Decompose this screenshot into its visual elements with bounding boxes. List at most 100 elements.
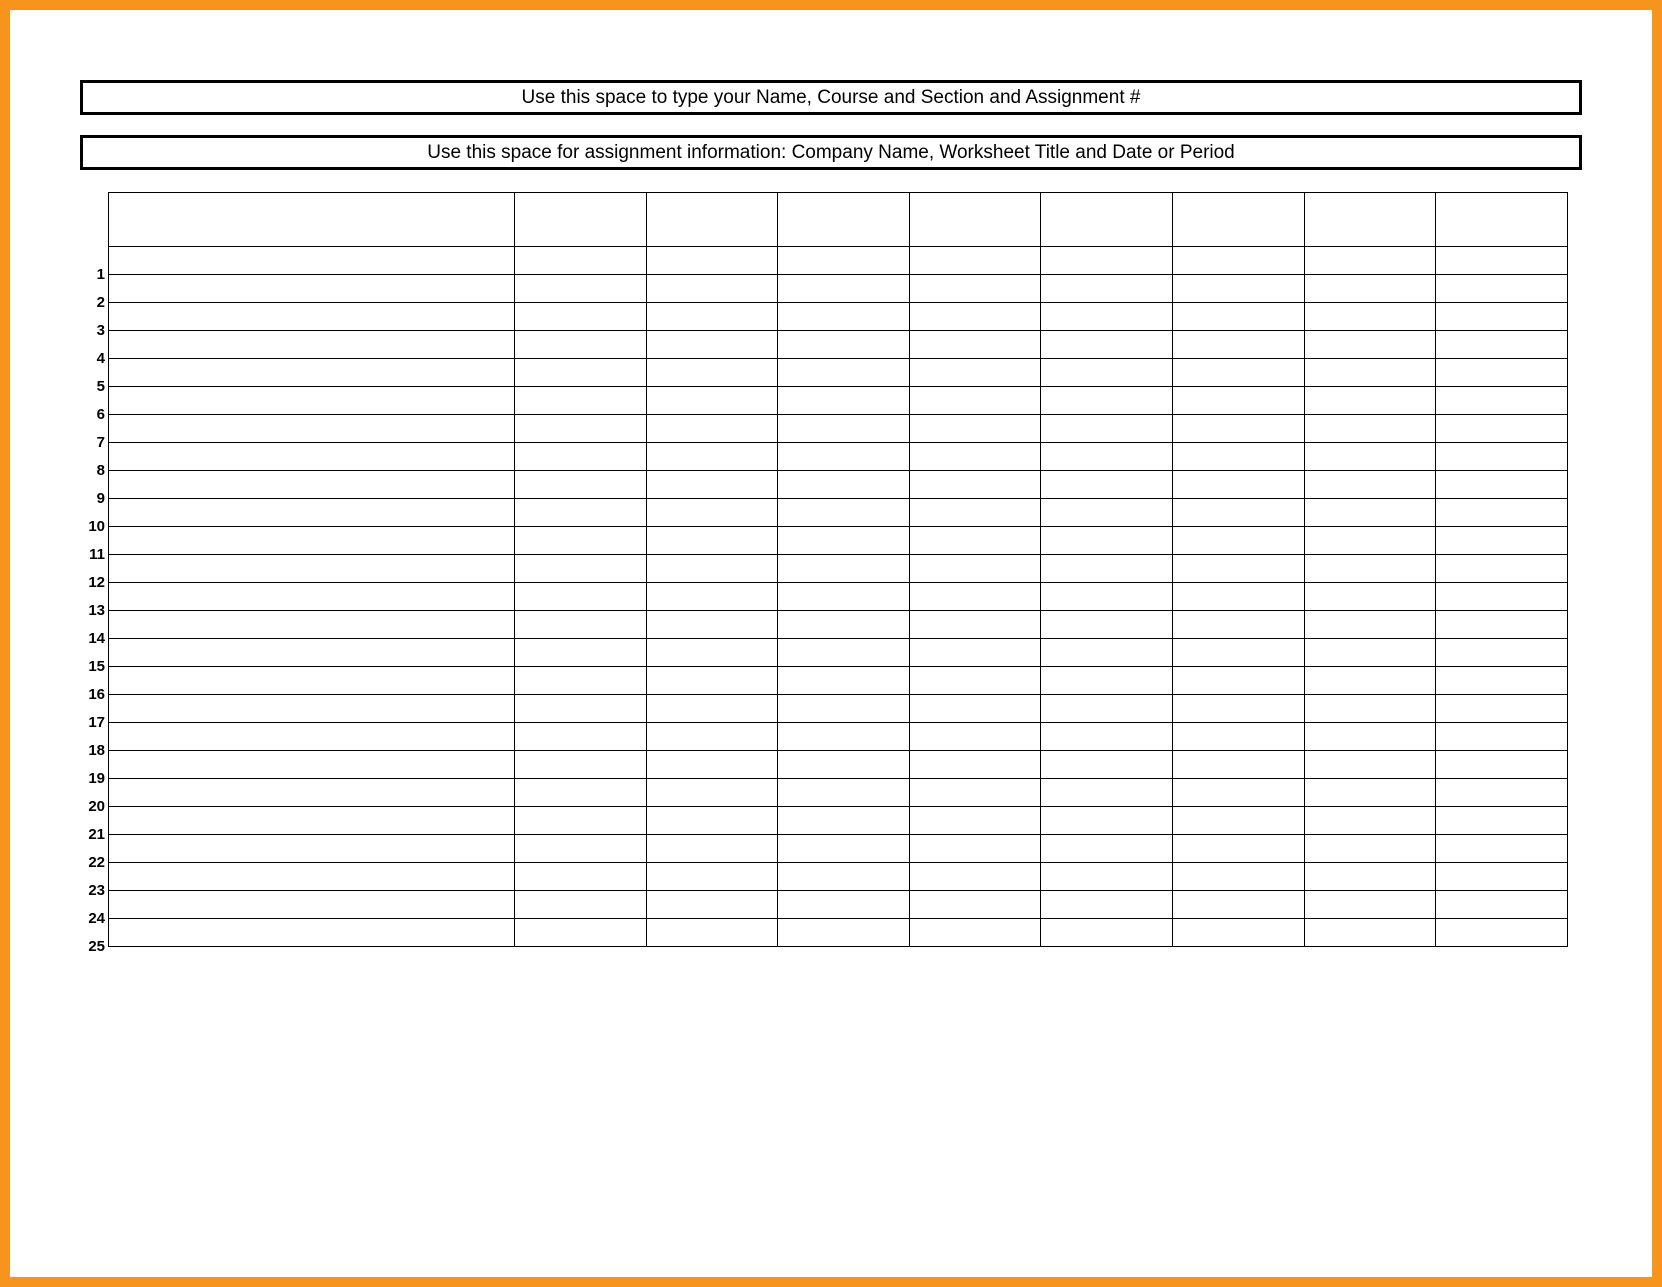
grid-cell[interactable]: 22 <box>109 835 515 863</box>
grid-cell[interactable] <box>1436 891 1568 919</box>
grid-cell[interactable] <box>909 471 1041 499</box>
grid-cell[interactable] <box>778 807 910 835</box>
grid-cell[interactable] <box>1436 471 1568 499</box>
grid-cell[interactable] <box>646 863 778 891</box>
grid-cell[interactable] <box>909 919 1041 947</box>
grid-cell[interactable] <box>909 863 1041 891</box>
grid-cell[interactable] <box>778 583 910 611</box>
grid-cell[interactable] <box>646 639 778 667</box>
grid-cell[interactable] <box>1304 359 1436 387</box>
grid-cell[interactable] <box>646 779 778 807</box>
grid-cell[interactable] <box>646 807 778 835</box>
grid-cell[interactable] <box>909 555 1041 583</box>
grid-cell[interactable] <box>1304 499 1436 527</box>
grid-cell[interactable] <box>1304 303 1436 331</box>
grid-cell[interactable] <box>1041 471 1173 499</box>
grid-cell[interactable] <box>778 303 910 331</box>
grid-cell[interactable] <box>1173 303 1305 331</box>
grid-cell[interactable] <box>1436 443 1568 471</box>
grid-cell[interactable] <box>909 387 1041 415</box>
grid-cell[interactable] <box>1304 863 1436 891</box>
grid-cell[interactable] <box>909 639 1041 667</box>
grid-cell[interactable] <box>514 247 646 275</box>
column-header-cell[interactable] <box>646 193 778 247</box>
grid-cell[interactable] <box>909 807 1041 835</box>
grid-cell[interactable] <box>646 723 778 751</box>
grid-cell[interactable] <box>1304 331 1436 359</box>
grid-cell[interactable]: 20 <box>109 779 515 807</box>
grid-cell[interactable] <box>1436 359 1568 387</box>
grid-cell[interactable] <box>1041 583 1173 611</box>
name-course-header[interactable]: Use this space to type your Name, Course… <box>80 80 1582 115</box>
grid-cell[interactable] <box>1436 415 1568 443</box>
grid-cell[interactable] <box>514 919 646 947</box>
grid-cell[interactable] <box>1304 275 1436 303</box>
grid-cell[interactable] <box>1304 415 1436 443</box>
grid-cell[interactable] <box>1304 835 1436 863</box>
grid-cell[interactable] <box>1436 527 1568 555</box>
grid-cell[interactable] <box>1436 303 1568 331</box>
grid-cell[interactable] <box>909 247 1041 275</box>
grid-cell[interactable]: 12 <box>109 555 515 583</box>
grid-cell[interactable] <box>1041 779 1173 807</box>
grid-cell[interactable] <box>646 331 778 359</box>
grid-cell[interactable] <box>909 443 1041 471</box>
grid-cell[interactable] <box>909 527 1041 555</box>
grid-cell[interactable] <box>1436 919 1568 947</box>
grid-cell[interactable] <box>1173 835 1305 863</box>
grid-cell[interactable] <box>514 611 646 639</box>
grid-cell[interactable] <box>1436 387 1568 415</box>
grid-cell[interactable] <box>778 751 910 779</box>
grid-cell[interactable] <box>1173 863 1305 891</box>
grid-cell[interactable] <box>646 555 778 583</box>
grid-cell[interactable] <box>778 275 910 303</box>
column-header-cell[interactable] <box>778 193 910 247</box>
grid-cell[interactable] <box>514 443 646 471</box>
grid-cell[interactable] <box>1041 667 1173 695</box>
grid-cell[interactable] <box>646 415 778 443</box>
grid-cell[interactable] <box>1304 247 1436 275</box>
grid-cell[interactable] <box>1173 415 1305 443</box>
grid-cell[interactable] <box>1436 779 1568 807</box>
grid-cell[interactable] <box>514 303 646 331</box>
grid-cell[interactable] <box>1173 639 1305 667</box>
grid-cell[interactable] <box>646 527 778 555</box>
grid-cell[interactable] <box>1173 583 1305 611</box>
grid-cell[interactable] <box>1436 835 1568 863</box>
grid-cell[interactable]: 5 <box>109 359 515 387</box>
grid-cell[interactable] <box>778 639 910 667</box>
grid-cell[interactable] <box>1041 863 1173 891</box>
grid-cell[interactable] <box>1173 779 1305 807</box>
grid-cell[interactable] <box>1041 639 1173 667</box>
column-header-cell[interactable] <box>1173 193 1305 247</box>
grid-cell[interactable] <box>1436 583 1568 611</box>
grid-cell[interactable] <box>1173 471 1305 499</box>
grid-cell[interactable] <box>909 331 1041 359</box>
grid-cell[interactable] <box>1173 443 1305 471</box>
grid-cell[interactable] <box>778 611 910 639</box>
grid-cell[interactable] <box>1173 723 1305 751</box>
grid-cell[interactable]: 23 <box>109 863 515 891</box>
grid-cell[interactable]: 10 <box>109 499 515 527</box>
grid-cell[interactable]: 21 <box>109 807 515 835</box>
grid-cell[interactable] <box>514 751 646 779</box>
grid-cell[interactable] <box>909 499 1041 527</box>
grid-cell[interactable] <box>1041 443 1173 471</box>
grid-cell[interactable] <box>909 835 1041 863</box>
grid-cell[interactable] <box>778 331 910 359</box>
grid-cell[interactable] <box>1436 611 1568 639</box>
grid-cell[interactable] <box>1041 695 1173 723</box>
grid-cell[interactable] <box>646 275 778 303</box>
grid-cell[interactable] <box>1041 807 1173 835</box>
grid-cell[interactable] <box>1304 527 1436 555</box>
grid-cell[interactable] <box>1436 807 1568 835</box>
grid-cell[interactable] <box>778 415 910 443</box>
column-header-cell[interactable] <box>1436 193 1568 247</box>
grid-cell[interactable] <box>1173 499 1305 527</box>
grid-cell[interactable]: 7 <box>109 415 515 443</box>
grid-cell[interactable] <box>1436 723 1568 751</box>
grid-cell[interactable] <box>514 779 646 807</box>
grid-cell[interactable] <box>1041 527 1173 555</box>
grid-cell[interactable] <box>514 723 646 751</box>
grid-cell[interactable] <box>1041 555 1173 583</box>
